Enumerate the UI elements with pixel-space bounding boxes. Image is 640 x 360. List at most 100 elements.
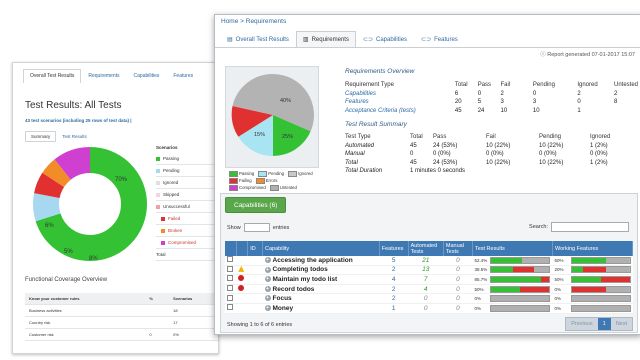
capability-row[interactable]: + Focus 2 0 0 0% 0% bbox=[225, 293, 633, 304]
cap-header-results[interactable]: Test Results bbox=[472, 241, 554, 256]
summary-row: Manual 0 0 (0%) 0 (0%) 0 (0%) 0 (0%) bbox=[345, 150, 613, 159]
expand-icon[interactable]: + bbox=[264, 266, 271, 273]
back-tab-capabilities[interactable]: Capabilities bbox=[127, 69, 167, 83]
coverage-cell: 0% bbox=[169, 328, 218, 341]
tab-capabilities[interactable]: ⊂⊃ Capabilities bbox=[356, 31, 414, 47]
test-results: 38.5% bbox=[472, 265, 553, 276]
back-report-window: Overall Test Results Requirements Capabi… bbox=[12, 62, 219, 354]
tab-overall-test-results[interactable]: ▤ Overall Test Results bbox=[220, 31, 296, 47]
features-count: 2 bbox=[379, 265, 409, 276]
expand-icon[interactable]: + bbox=[264, 257, 271, 264]
status-cell bbox=[236, 284, 248, 295]
cap-header-id[interactable]: ID bbox=[247, 241, 264, 256]
tab-features[interactable]: ⊂⊃ Features bbox=[414, 31, 465, 47]
capability-name[interactable]: Accessing the application bbox=[273, 257, 353, 264]
coverage-link[interactable]: Country risk bbox=[25, 316, 146, 329]
cap-header-features[interactable]: Features bbox=[379, 241, 409, 256]
automated-count: 7 bbox=[408, 274, 444, 285]
row-checkbox[interactable] bbox=[227, 265, 233, 272]
entries-select[interactable] bbox=[243, 223, 270, 232]
back-subtabs: Summary Test Results bbox=[25, 131, 93, 142]
back-tab-overall[interactable]: Overall Test Results bbox=[23, 69, 82, 83]
back-subtab-results[interactable]: Test Results bbox=[56, 131, 93, 142]
capability-name[interactable]: Money bbox=[273, 305, 294, 312]
legend-swatch bbox=[269, 184, 279, 191]
warning-icon bbox=[238, 265, 245, 272]
pagination: Previous 1 Next bbox=[565, 317, 633, 331]
legend-label: Passing bbox=[239, 171, 255, 176]
coverage-cell bbox=[145, 316, 170, 329]
back-subtab-summary[interactable]: Summary bbox=[25, 131, 57, 142]
legend-label: Ignored bbox=[163, 180, 179, 185]
summary-cell: 0 (0%) bbox=[433, 151, 451, 158]
cap-header-manual[interactable]: Manual Tests bbox=[443, 241, 473, 256]
capability-row[interactable]: + Maintain my todo list 4 7 0 85.7% 50% bbox=[225, 274, 633, 285]
coverage-link[interactable]: Business activities bbox=[25, 304, 146, 317]
row-checkbox[interactable] bbox=[227, 256, 233, 263]
cap-header-working[interactable]: Working Features bbox=[552, 241, 633, 256]
back-tab-features[interactable]: Features bbox=[166, 69, 200, 83]
status-cell bbox=[236, 265, 248, 276]
capability-row[interactable]: + Money 1 0 0 0% 0% bbox=[225, 303, 633, 314]
capability-name-cell[interactable]: + Money bbox=[262, 303, 380, 314]
donut-label-compromised: 6% bbox=[45, 223, 54, 229]
capability-row[interactable]: + Accessing the application 5 21 0 52.4% 60% bbox=[225, 256, 633, 266]
req-link-acceptance[interactable]: Acceptance Criteria (tests) bbox=[345, 107, 455, 116]
capability-name-cell[interactable]: + Focus bbox=[262, 293, 380, 304]
pager-previous[interactable]: Previous bbox=[566, 318, 597, 330]
capabilities-body: + Accessing the application 5 21 0 52.4% 60% + C… bbox=[225, 256, 633, 314]
pager-page-1[interactable]: 1 bbox=[597, 318, 611, 330]
req-cell: 5 bbox=[477, 99, 482, 106]
capabilities-tab[interactable]: Capabilities (6) bbox=[225, 197, 287, 213]
expand-icon[interactable]: + bbox=[264, 285, 271, 292]
cap-header-capability[interactable]: Capability bbox=[262, 241, 380, 256]
automated-count: 0 bbox=[408, 293, 444, 304]
back-tab-requirements[interactable]: Requirements bbox=[81, 69, 126, 83]
capability-name-cell[interactable]: + Completing todos bbox=[262, 265, 380, 276]
capability-name[interactable]: Record todos bbox=[273, 286, 315, 293]
capability-row[interactable]: + Record todos 2 4 0 50% 0% bbox=[225, 284, 633, 295]
link-icon: ⊂⊃ bbox=[421, 37, 432, 43]
legend-swatch bbox=[229, 184, 238, 191]
pie-legend-item: Failing bbox=[229, 177, 252, 184]
capability-name[interactable]: Maintain my todo list bbox=[273, 276, 338, 283]
coverage-cell bbox=[145, 304, 170, 317]
working-features: 0% bbox=[552, 284, 633, 295]
capability-name-cell[interactable]: + Accessing the application bbox=[262, 256, 380, 266]
pager-next[interactable]: Next bbox=[611, 318, 632, 330]
capability-name-cell[interactable]: + Maintain my todo list bbox=[262, 274, 380, 285]
tab-requirements[interactable]: ▥ Requirements bbox=[295, 31, 356, 47]
req-link-capabilities[interactable]: Capabilities bbox=[345, 90, 455, 99]
row-checkbox[interactable] bbox=[227, 294, 233, 301]
working-features: 60% bbox=[552, 256, 633, 266]
pie-legend-item: Untested bbox=[269, 184, 297, 191]
row-checkbox[interactable] bbox=[227, 304, 233, 311]
capability-name[interactable]: Focus bbox=[273, 295, 292, 302]
cap-header-select[interactable] bbox=[225, 241, 237, 256]
capability-row[interactable]: + Completing todos 2 13 0 38.5% 20% bbox=[225, 265, 633, 276]
summary-cell: Total bbox=[345, 159, 358, 166]
row-checkbox[interactable] bbox=[227, 275, 233, 282]
capability-name[interactable]: Completing todos bbox=[273, 266, 328, 273]
expand-icon[interactable]: + bbox=[264, 305, 271, 312]
expand-icon[interactable]: + bbox=[264, 295, 271, 302]
expand-icon[interactable]: + bbox=[264, 276, 271, 283]
coverage-header: % bbox=[145, 293, 170, 305]
search-input[interactable] bbox=[551, 222, 629, 232]
cap-header-automated[interactable]: Automated Tests bbox=[408, 241, 444, 256]
cap-header-status[interactable] bbox=[236, 241, 249, 256]
manual-count: 0 bbox=[443, 284, 473, 295]
breadcrumb[interactable]: Home > Requirements bbox=[221, 18, 286, 25]
working-features-segment bbox=[606, 267, 630, 273]
working-features-wrap: 20% bbox=[555, 266, 631, 274]
test-results-bar bbox=[490, 304, 551, 312]
working-features-segment bbox=[571, 305, 630, 311]
legend-swatch bbox=[156, 204, 160, 209]
capability-name-cell[interactable]: + Record todos bbox=[262, 284, 380, 295]
row-checkbox[interactable] bbox=[227, 285, 233, 292]
summary-cell: 1 (2%) bbox=[590, 159, 608, 166]
req-cell: 3 bbox=[500, 99, 504, 106]
select-cell bbox=[225, 284, 237, 295]
back-tab-bar: Overall Test Results Requirements Capabi… bbox=[23, 69, 200, 83]
req-link-features[interactable]: Features bbox=[345, 98, 455, 107]
